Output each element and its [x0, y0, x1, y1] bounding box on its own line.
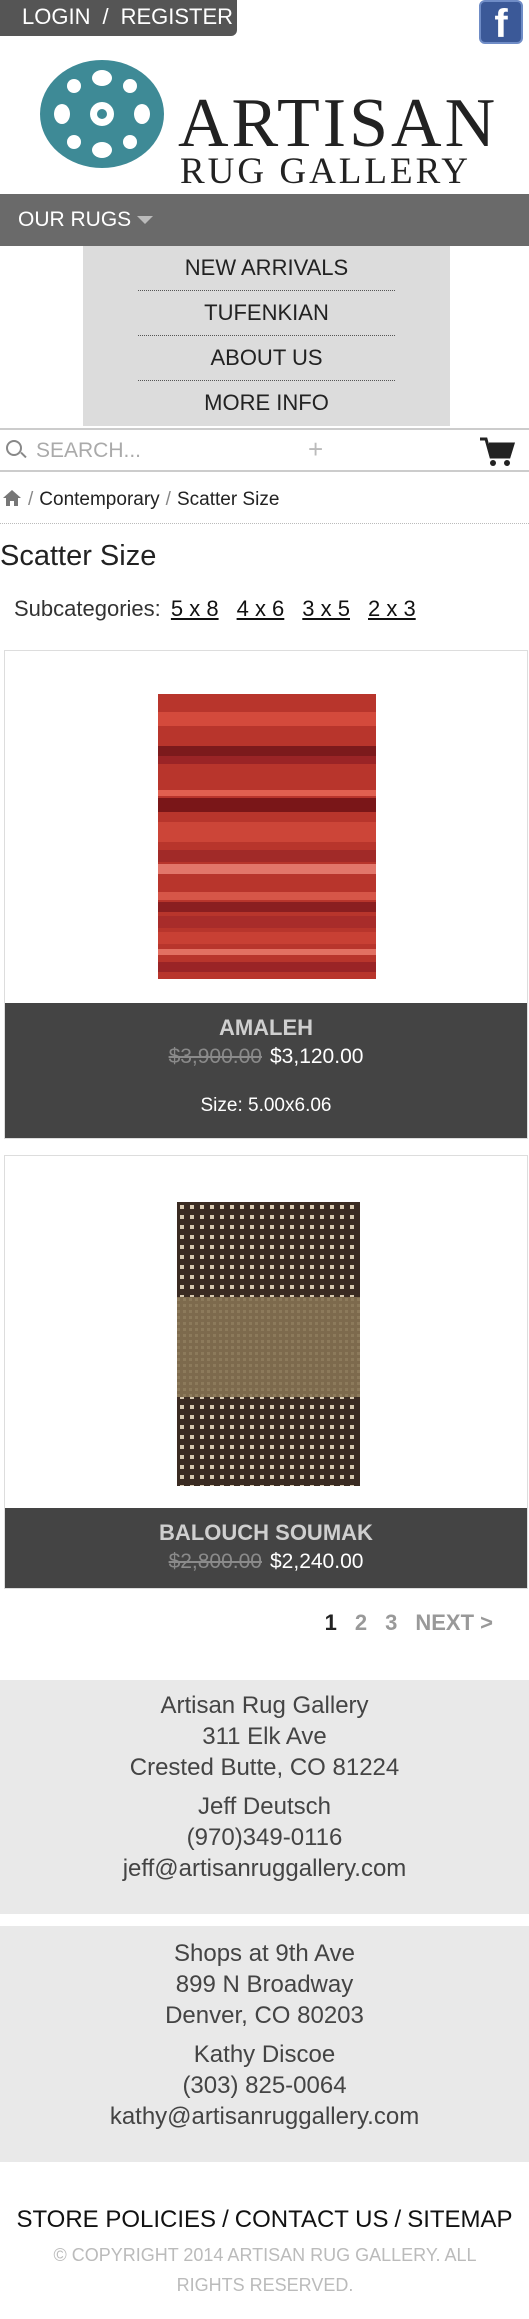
product-size: Size: 5.00x6.06 — [200, 1095, 332, 1116]
page-title: Scatter Size — [0, 540, 157, 572]
location-contact: Jeff Deutsch — [198, 1793, 331, 1820]
location-name: Shops at 9th Ave — [173, 1940, 356, 1967]
site-logo[interactable]: ARTISAN RUG GALLERY — [0, 40, 529, 192]
subcategory-3x5[interactable]: 3 x 5 — [302, 596, 350, 621]
caret-down-icon — [137, 216, 154, 225]
register-link[interactable]: REGISTER — [121, 0, 233, 34]
footer-separator: / — [222, 2206, 229, 2233]
breadcrumb-current: Scatter Size — [176, 489, 280, 510]
sitemap-link[interactable]: SITEMAP — [407, 2206, 512, 2233]
contact-us-link[interactable]: CONTACT US — [235, 2206, 389, 2233]
product-image[interactable] — [158, 694, 376, 979]
page-1[interactable]: 1 — [325, 1610, 337, 1635]
store-policies-link[interactable]: STORE POLICIES — [16, 2206, 216, 2233]
breadcrumb-contemporary[interactable]: Contemporary — [39, 489, 159, 510]
product-price: $2,240.00 — [270, 1550, 364, 1573]
product-old-price: $2,800.00 — [168, 1550, 262, 1573]
breadcrumb-separator: / — [165, 489, 171, 510]
our-rugs-label: OUR RUGS — [18, 208, 132, 231]
search-input[interactable] — [36, 436, 306, 466]
page-3[interactable]: 3 — [385, 1610, 397, 1635]
nav-dropdown: NEW ARRIVALS TUFENKIAN ABOUT US MORE INF… — [83, 246, 450, 426]
login-separator: / — [102, 4, 109, 29]
cart-icon[interactable] — [479, 436, 515, 468]
location-city: Crested Butte, CO 81224 — [129, 1754, 400, 1781]
nav-item-tufenkian[interactable]: TUFENKIAN — [83, 291, 450, 336]
location-box: Shops at 9th Ave 899 N Broadway Denver, … — [0, 1926, 529, 2162]
page-2[interactable]: 2 — [355, 1610, 367, 1635]
rug-medallion-logo-icon — [40, 60, 164, 168]
breadcrumb-separator: / — [28, 489, 34, 510]
footer-separator: / — [394, 2206, 402, 2233]
search-submit-button[interactable]: + — [308, 434, 323, 465]
location-email[interactable]: kathy@artisanruggallery.com — [0, 2101, 529, 2132]
search-icon — [6, 440, 22, 456]
nav-item-more-info[interactable]: MORE INFO — [83, 381, 450, 426]
subcategory-2x3[interactable]: 2 x 3 — [368, 596, 416, 621]
copyright: © COPYRIGHT 2014 ARTISAN RUG GALLERY. AL… — [53, 2245, 477, 2295]
subcategories-label: Subcategories: — [14, 596, 161, 621]
location-city: Denver, CO 80203 — [165, 2002, 364, 2029]
location-box: Artisan Rug Gallery 311 Elk Ave Crested … — [0, 1680, 529, 1914]
account-tab: LOGIN / REGISTER — [0, 0, 237, 36]
logo-title: ARTISAN — [178, 85, 499, 162]
location-phone[interactable]: (970)349-0116 — [0, 1822, 529, 1853]
product-card[interactable]: BALOUCH SOUMAK $2,800.00 $2,240.00 — [4, 1155, 528, 1589]
footer-links: STORE POLICIES / CONTACT US / SITEMAP — [0, 2206, 529, 2234]
product-name[interactable]: AMALEH — [5, 1003, 527, 1041]
location-contact: Kathy Discoe — [193, 2041, 336, 2068]
location-phone[interactable]: (303) 825-0064 — [0, 2070, 529, 2101]
location-street: 311 Elk Ave — [202, 1723, 327, 1750]
home-icon[interactable] — [2, 489, 22, 507]
next-page-link[interactable]: NEXT > — [415, 1610, 493, 1635]
location-email[interactable]: jeff@artisanruggallery.com — [0, 1853, 529, 1884]
product-image[interactable] — [177, 1202, 360, 1486]
search-bar: + — [0, 428, 529, 472]
product-name[interactable]: BALOUCH SOUMAK — [5, 1508, 527, 1546]
nav-item-new-arrivals[interactable]: NEW ARRIVALS — [83, 246, 450, 291]
top-bar: LOGIN / REGISTER f — [0, 0, 529, 46]
pagination: 1 2 3 NEXT > — [307, 1610, 493, 1636]
location-street: 899 N Broadway — [175, 1971, 354, 1998]
location-name: Artisan Rug Gallery — [160, 1692, 369, 1719]
product-price: $3,120.00 — [270, 1045, 364, 1068]
product-old-price: $3,900.00 — [168, 1045, 262, 1068]
our-rugs-menu[interactable]: OUR RUGS — [0, 194, 529, 246]
subcategories: Subcategories: 5 x 8 4 x 6 3 x 5 2 x 3 — [14, 596, 430, 622]
facebook-icon[interactable]: f — [479, 0, 523, 46]
subcategory-5x8[interactable]: 5 x 8 — [171, 596, 219, 621]
login-link[interactable]: LOGIN — [22, 0, 90, 34]
logo-subtitle: RUG GALLERY — [180, 151, 471, 192]
nav-item-about-us[interactable]: ABOUT US — [83, 336, 450, 381]
product-card[interactable]: AMALEH $3,900.00 $3,120.00 Size: 5.00x6.0… — [4, 650, 528, 1139]
breadcrumb: / Contemporary / Scatter Size — [0, 484, 529, 524]
subcategory-4x6[interactable]: 4 x 6 — [237, 596, 285, 621]
